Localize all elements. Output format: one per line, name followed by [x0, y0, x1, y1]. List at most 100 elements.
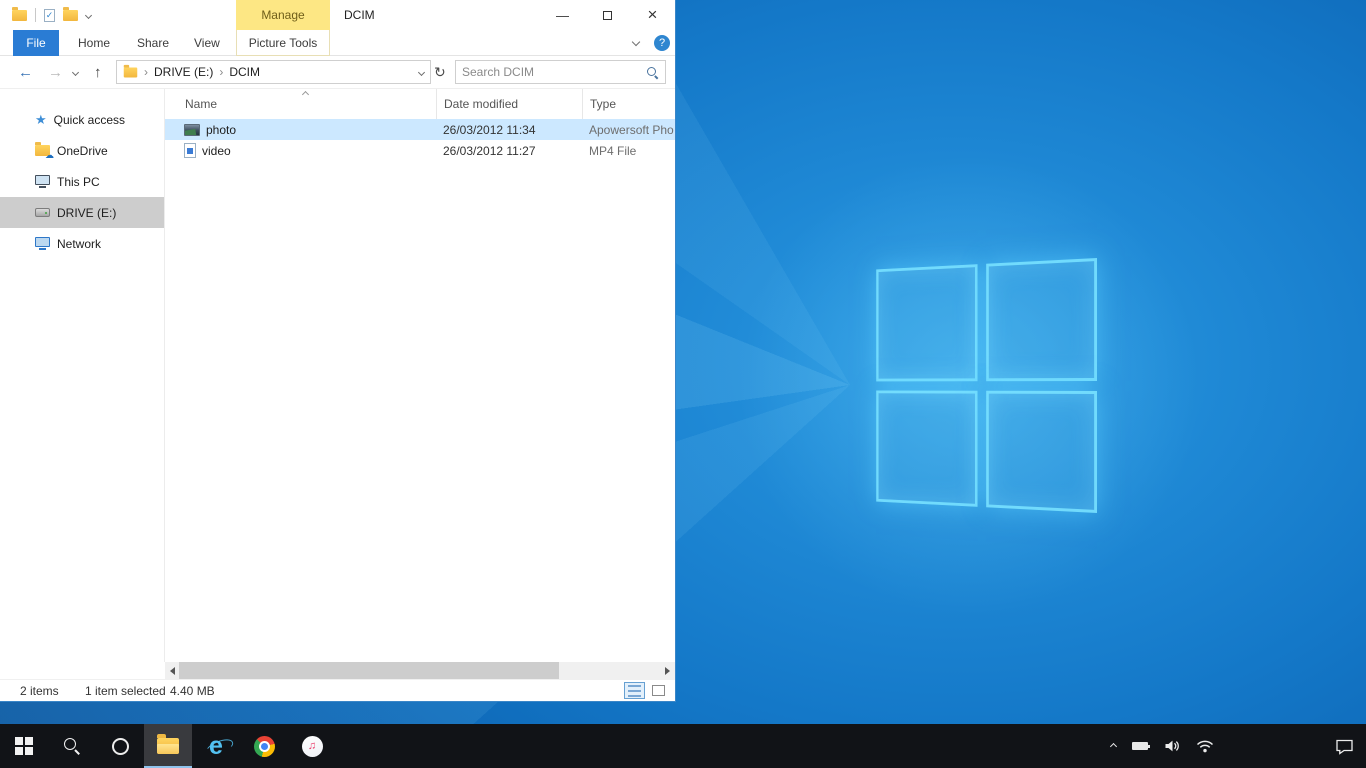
- sidebar-item-this-pc[interactable]: This PC: [0, 166, 164, 197]
- toolbar-separator: [35, 8, 36, 22]
- address-bar[interactable]: › DRIVE (E:) › DCIM: [116, 60, 431, 84]
- search-icon: [63, 737, 81, 755]
- breadcrumb-drive[interactable]: DRIVE (E:): [154, 65, 213, 79]
- system-tray: [1111, 724, 1214, 768]
- computer-icon: [35, 175, 50, 185]
- taskbar-search-button[interactable]: [48, 724, 96, 768]
- ribbon-collapse-chevron-icon[interactable]: [632, 38, 640, 46]
- status-selection: 1 item selected: [85, 684, 170, 698]
- customize-toolbar-chevron-icon[interactable]: [85, 11, 92, 18]
- file-date-modified: 26/03/2012 11:27: [436, 144, 582, 158]
- breadcrumb-folder[interactable]: DCIM: [229, 65, 260, 79]
- location-folder-icon: [124, 67, 138, 77]
- sidebar-item-label: Network: [57, 237, 101, 251]
- taskbar-file-explorer-button[interactable]: [144, 724, 192, 768]
- search-input[interactable]: [462, 65, 646, 79]
- network-icon: [35, 237, 50, 247]
- new-folder-icon[interactable]: [63, 10, 78, 21]
- details-view-button[interactable]: [624, 682, 645, 699]
- sidebar-item-drive-e[interactable]: DRIVE (E:): [0, 197, 164, 228]
- column-header-date-modified[interactable]: Date modified: [436, 89, 582, 119]
- up-button[interactable]: ↑: [94, 56, 102, 88]
- photo-file-icon: [184, 124, 200, 136]
- close-button[interactable]: ×: [630, 0, 675, 30]
- explorer-main: ★ Quick access ☁ OneDrive This PC DRIVE …: [0, 89, 675, 662]
- status-selection-size: 4.40 MB: [170, 684, 215, 698]
- battery-icon[interactable]: [1132, 742, 1148, 750]
- ribbon-tab-row: File Home Share View Picture Tools ?: [0, 30, 675, 56]
- horizontal-scrollbar[interactable]: [165, 662, 675, 679]
- taskbar-internet-explorer-button[interactable]: e: [192, 724, 240, 768]
- sidebar-item-label: DRIVE (E:): [57, 206, 116, 220]
- chrome-icon: [254, 736, 275, 757]
- window-title: DCIM: [344, 0, 375, 30]
- details-view-icon: [628, 685, 641, 697]
- tab-view[interactable]: View: [194, 30, 220, 56]
- scroll-left-arrow-icon[interactable]: [170, 667, 175, 675]
- search-box: [455, 60, 666, 84]
- windows-logo: [876, 258, 1097, 513]
- network-wifi-icon[interactable]: [1196, 740, 1214, 753]
- file-row-video[interactable]: video 26/03/2012 11:27 MP4 File: [165, 140, 675, 161]
- volume-icon[interactable]: [1164, 739, 1180, 753]
- taskbar-itunes-button[interactable]: ♫: [288, 724, 336, 768]
- quick-access-star-icon: ★: [35, 113, 47, 126]
- action-center-button[interactable]: [1335, 724, 1354, 768]
- column-header-name[interactable]: Name: [165, 89, 436, 119]
- sidebar-item-onedrive[interactable]: ☁ OneDrive: [0, 135, 164, 166]
- windows-logo-pane: [986, 258, 1097, 381]
- scrollbar-thumb[interactable]: [179, 662, 559, 679]
- tab-file[interactable]: File: [13, 30, 59, 56]
- itunes-icon: ♫: [302, 736, 323, 757]
- sidebar-item-quick-access[interactable]: ★ Quick access: [0, 104, 164, 135]
- address-bar-row: ← → ↑ › DRIVE (E:) › DCIM ↻: [0, 56, 675, 89]
- navigation-pane: ★ Quick access ☁ OneDrive This PC DRIVE …: [0, 89, 165, 662]
- refresh-button[interactable]: ↻: [434, 56, 446, 88]
- breadcrumb-separator: ›: [219, 65, 223, 79]
- breadcrumb-separator: ›: [144, 65, 148, 79]
- sidebar-item-label: This PC: [57, 175, 100, 189]
- file-name: photo: [206, 123, 236, 137]
- title-bar: ✓ Manage DCIM — ×: [0, 0, 675, 30]
- cortana-icon: [112, 738, 129, 755]
- scroll-right-arrow-icon[interactable]: [665, 667, 670, 675]
- tab-home[interactable]: Home: [78, 30, 110, 56]
- file-row-photo[interactable]: photo 26/03/2012 11:34 Apowersoft Pho: [165, 119, 675, 140]
- sidebar-item-label: OneDrive: [57, 144, 108, 158]
- cloud-icon: ☁: [45, 151, 54, 160]
- windows-logo-pane: [876, 390, 977, 507]
- forward-button[interactable]: →: [48, 56, 63, 88]
- help-button[interactable]: ?: [654, 35, 670, 51]
- taskbar: e ♫: [0, 724, 1366, 768]
- quick-access-toolbar: ✓: [12, 0, 91, 30]
- recent-locations-chevron-icon[interactable]: [73, 56, 78, 88]
- show-hidden-icons-chevron-icon[interactable]: [1110, 742, 1117, 749]
- back-button[interactable]: ←: [18, 56, 33, 88]
- tab-share[interactable]: Share: [137, 30, 169, 56]
- file-name: video: [202, 144, 231, 158]
- maximize-button[interactable]: [585, 0, 630, 30]
- status-item-count: 2 items: [20, 684, 85, 698]
- windows-logo-pane: [876, 264, 977, 381]
- manage-contextual-tab[interactable]: Manage: [236, 0, 330, 30]
- tab-picture-tools[interactable]: Picture Tools: [236, 30, 330, 56]
- column-header-type[interactable]: Type: [582, 89, 675, 119]
- status-bar: 2 items 1 item selected 4.40 MB: [0, 679, 675, 701]
- windows-logo-pane: [986, 390, 1097, 513]
- start-button[interactable]: [0, 724, 48, 768]
- address-dropdown-chevron-icon[interactable]: [418, 68, 425, 75]
- taskbar-chrome-button[interactable]: [240, 724, 288, 768]
- thumbnails-view-button[interactable]: [648, 682, 669, 699]
- internet-explorer-icon: e: [209, 734, 223, 759]
- drive-icon: [35, 208, 50, 217]
- windows-start-icon: [15, 737, 33, 755]
- view-mode-buttons: [624, 682, 669, 699]
- cortana-button[interactable]: [96, 724, 144, 768]
- properties-icon[interactable]: ✓: [44, 9, 55, 22]
- minimize-button[interactable]: —: [540, 0, 585, 30]
- maximize-icon: [603, 11, 612, 20]
- sidebar-item-network[interactable]: Network: [0, 228, 164, 259]
- file-date-modified: 26/03/2012 11:34: [436, 123, 582, 137]
- file-list-pane: Name Date modified Type photo 26/03/2012…: [165, 89, 675, 662]
- search-icon[interactable]: [646, 66, 659, 79]
